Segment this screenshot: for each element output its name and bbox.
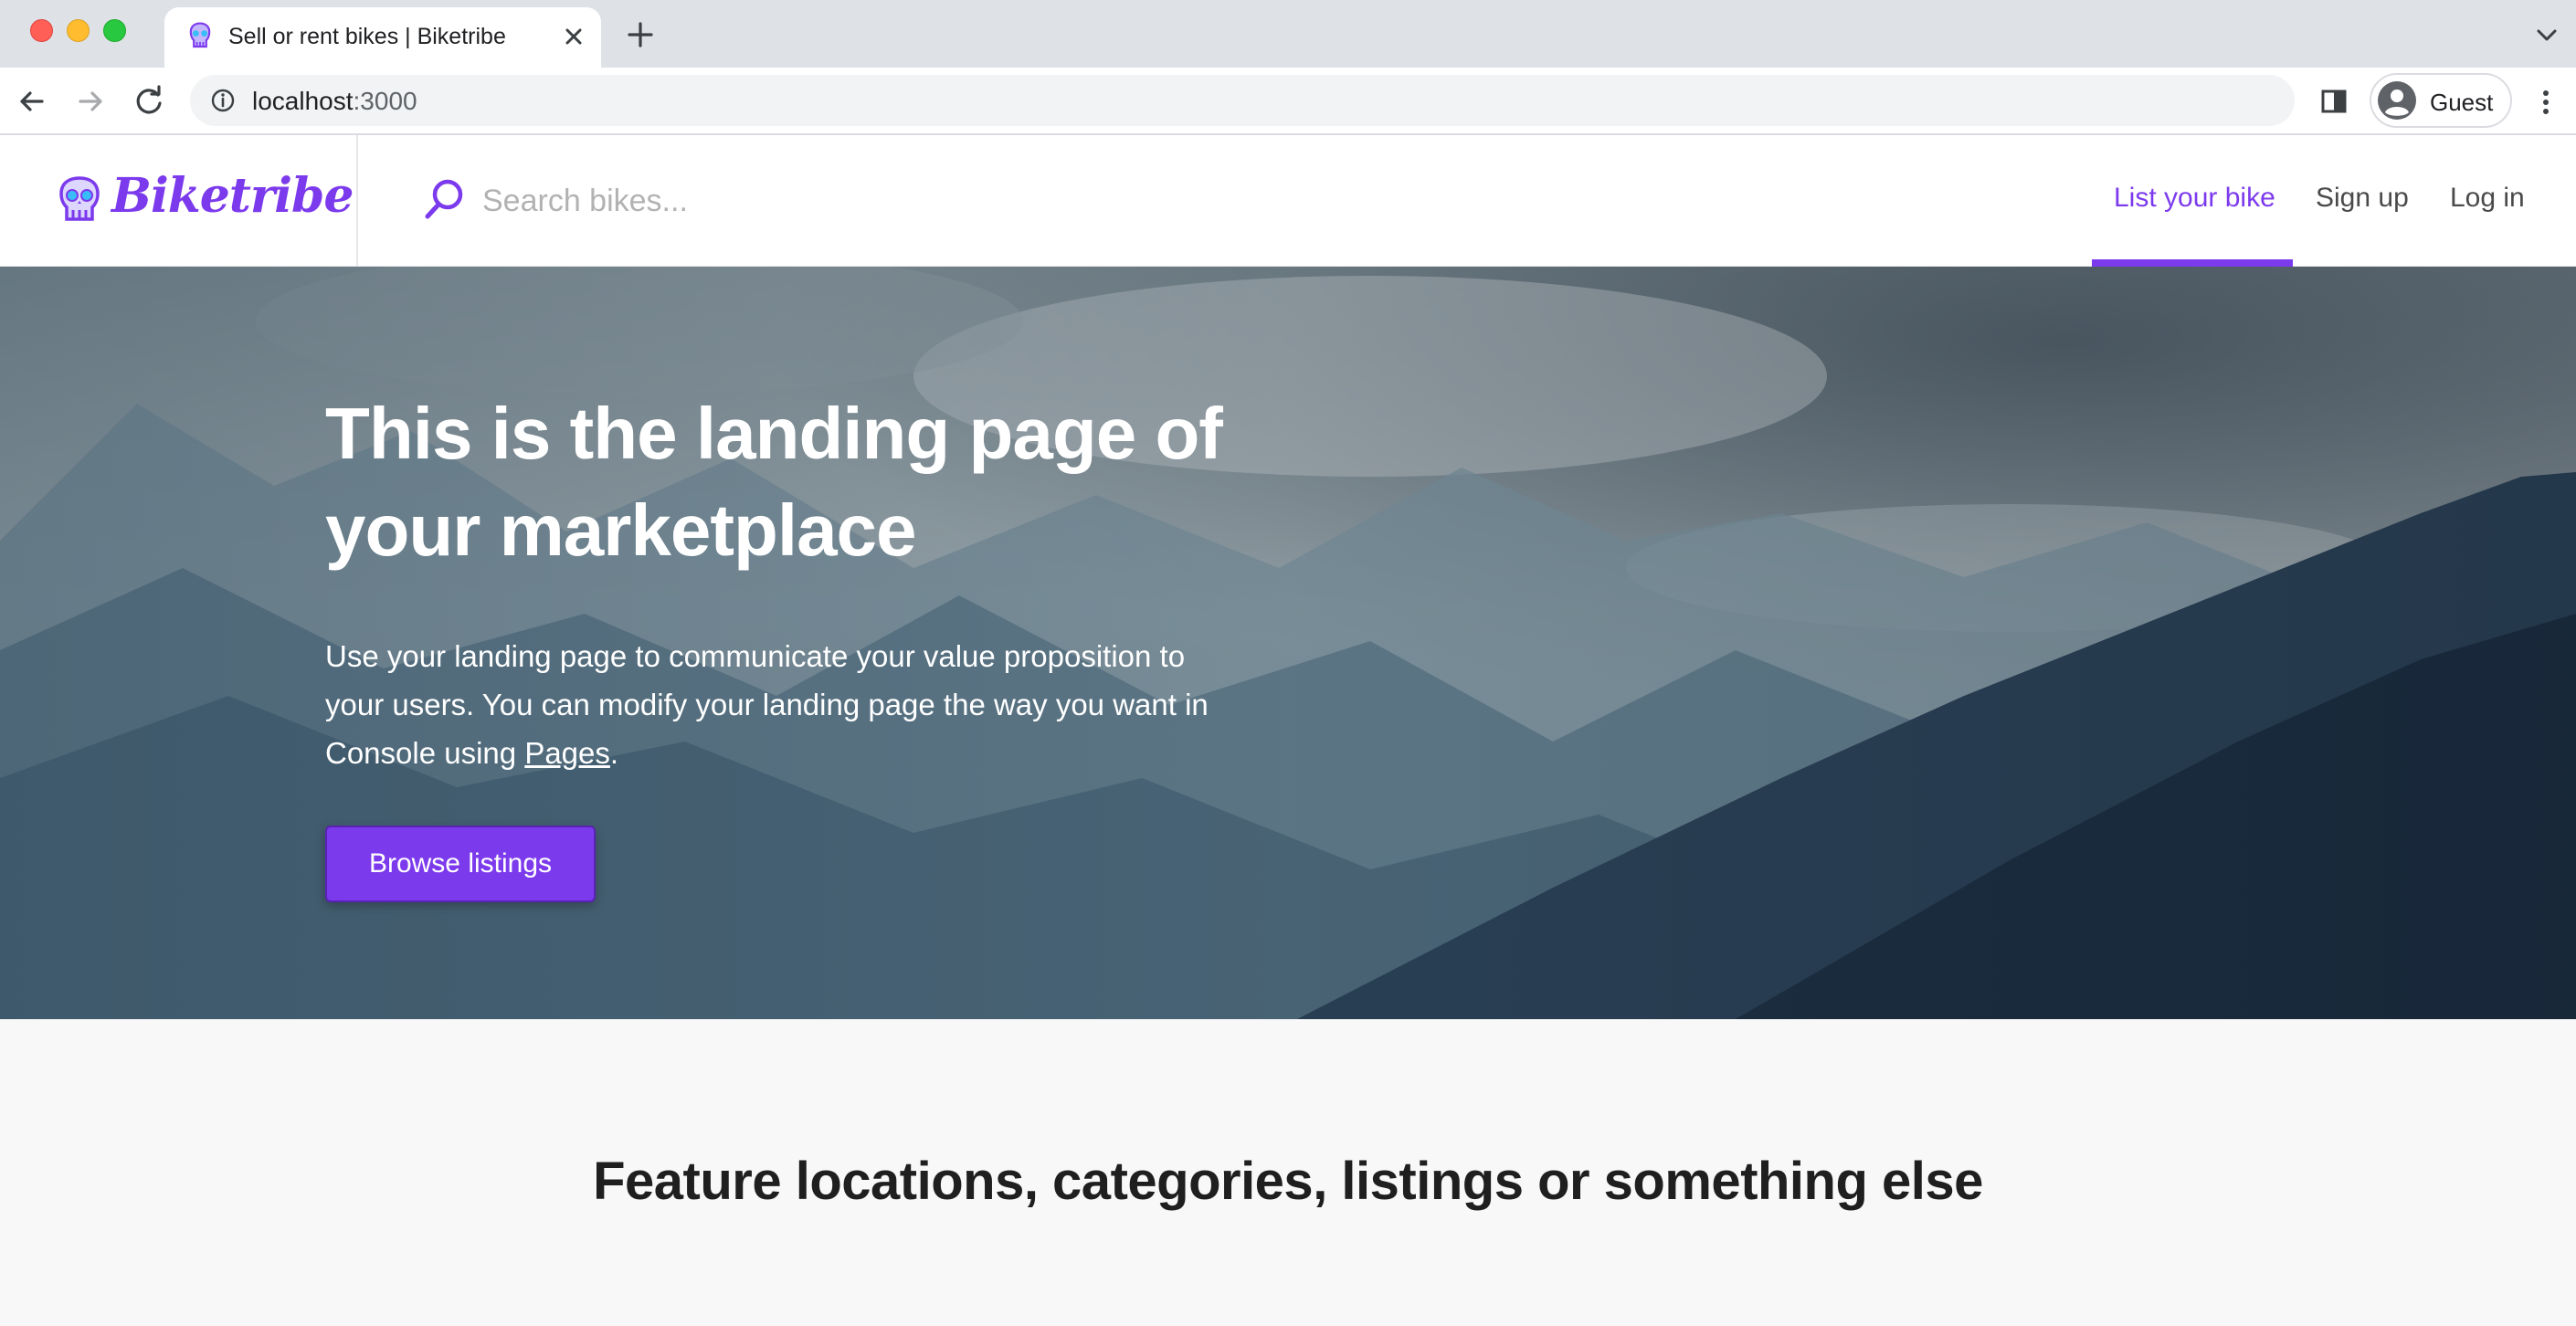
address-bar[interactable]: localhost:3000 (190, 75, 2295, 126)
url-port: :3000 (353, 87, 417, 115)
hero-subtitle: Use your landing page to communicate you… (325, 632, 1239, 777)
browser-tab[interactable]: Sell or rent bikes | Biketribe (164, 7, 601, 68)
browser-toolbar: localhost:3000 Guest (0, 68, 2576, 135)
close-icon[interactable] (557, 20, 590, 53)
logo-link[interactable]: Biketribe (0, 135, 358, 267)
reload-icon[interactable] (130, 82, 168, 121)
skull-logo-icon (59, 176, 100, 221)
search-input[interactable] (482, 175, 1396, 226)
profile-name: Guest (2430, 89, 2494, 116)
avatar-icon (2378, 81, 2416, 120)
url-text: localhost:3000 (252, 87, 417, 116)
hero-subtitle-text: Use your landing page to communicate you… (325, 639, 1209, 770)
plus-icon[interactable] (624, 18, 657, 51)
hero-subtitle-end: . (609, 736, 619, 770)
forward-arrow-icon[interactable] (71, 82, 110, 121)
tab-title: Sell or rent bikes | Biketribe (228, 24, 506, 49)
nav-sign-up[interactable]: Sign up (2316, 183, 2409, 214)
active-nav-indicator (2092, 259, 2293, 267)
profile-button[interactable]: Guest (2370, 73, 2512, 128)
more-vert-icon[interactable] (2532, 86, 2560, 119)
section-title: Feature locations, categories, listings … (593, 1152, 1983, 1211)
info-icon[interactable] (210, 88, 236, 113)
pages-link[interactable]: Pages (524, 736, 610, 770)
window-maximize-button[interactable] (103, 19, 126, 42)
nav-log-in[interactable]: Log in (2450, 183, 2525, 214)
skull-logo-icon (189, 22, 211, 48)
browse-listings-button[interactable]: Browse listings (325, 826, 596, 902)
browser-tab-bar: Sell or rent bikes | Biketribe (0, 0, 2576, 68)
site-header: Biketribe List your bike Sign up Log in (0, 135, 2576, 267)
window-close-button[interactable] (30, 19, 53, 42)
chevron-down-icon[interactable] (2532, 20, 2561, 49)
window-minimize-button[interactable] (67, 19, 90, 42)
hero-section: This is the landing page of your marketp… (0, 267, 2576, 1019)
search-icon[interactable] (422, 177, 466, 223)
url-host: localhost (252, 87, 354, 115)
nav-list-your-bike[interactable]: List your bike (2114, 183, 2275, 214)
hero-title: This is the landing page of your marketp… (325, 393, 1223, 571)
back-arrow-icon[interactable] (13, 82, 51, 121)
side-panel-icon[interactable] (2318, 86, 2349, 117)
logo-text: Biketribe (111, 168, 354, 224)
